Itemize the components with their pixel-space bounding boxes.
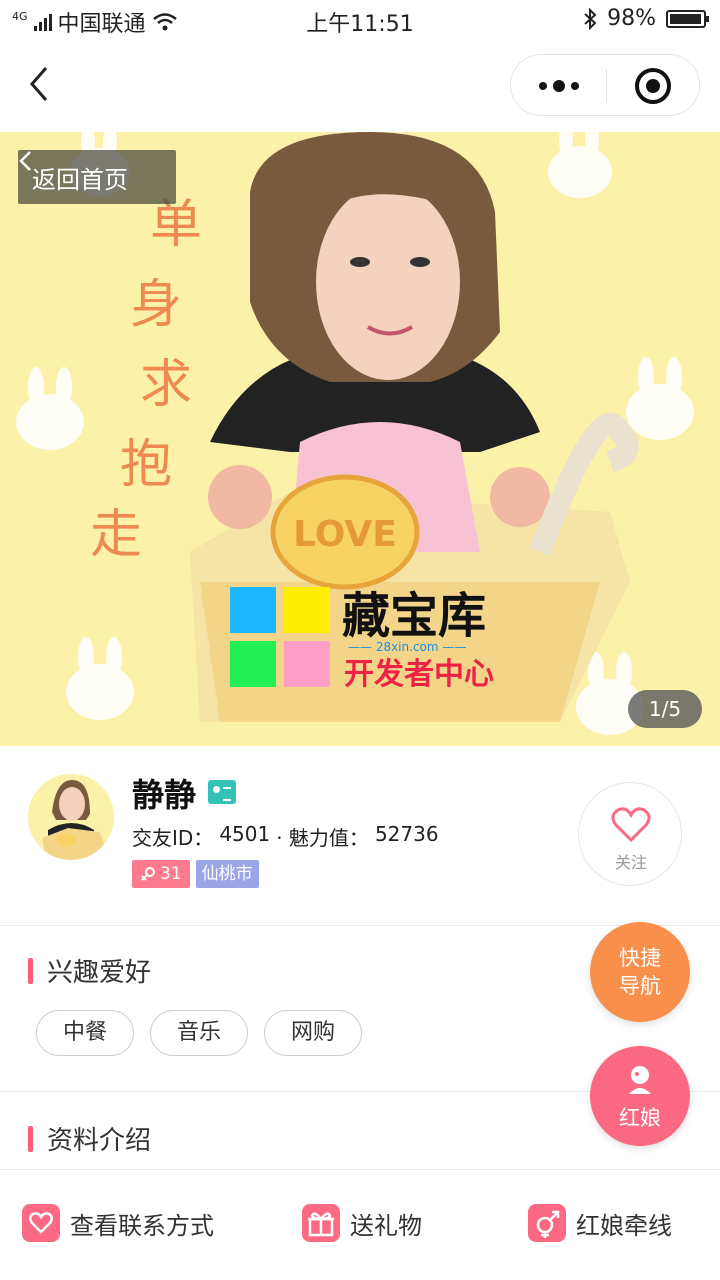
profile-name: 静静	[132, 776, 197, 814]
profile-tags: 31 仙桃市	[132, 860, 259, 888]
battery-percent: 98%	[607, 6, 656, 31]
matchmaker-icon	[629, 1066, 651, 1094]
box-love-text: LOVE	[293, 514, 397, 555]
more-dots-icon[interactable]	[511, 55, 606, 117]
avatar[interactable]	[28, 774, 114, 860]
handwriting-char: 抱	[120, 435, 172, 495]
watermark-title: 藏宝库	[342, 588, 486, 644]
interest-chip: 网购	[264, 1010, 363, 1056]
age-badge: 31	[132, 860, 190, 888]
watermark-sub: 开发者中心	[344, 657, 494, 692]
status-bar: 4G 中国联通 上午11:51 98%	[0, 0, 720, 38]
photo-counter: 1/5	[628, 690, 702, 728]
back-chevron-icon[interactable]	[22, 64, 62, 104]
section-accent-bar	[28, 957, 33, 984]
quick-nav-button[interactable]: 快捷 导航	[590, 922, 690, 1022]
back-chevron-icon	[19, 151, 31, 171]
capsule-divider	[606, 69, 607, 103]
watermark-url: —— 28xin.com ——	[348, 640, 466, 654]
matchmaking-button[interactable]: 红娘牵线	[528, 1204, 672, 1242]
profile-card: 静静 交友ID： 4501 · 魅力值： 52736 31 仙桃市 关注	[0, 746, 720, 926]
interest-chip: 音乐	[150, 1010, 249, 1056]
send-gift-label: 送礼物	[350, 1211, 422, 1240]
charm-label: · 魅力值：	[276, 826, 369, 850]
handwriting-char: 走	[90, 505, 142, 565]
nav-bar	[0, 38, 720, 132]
gender-icon	[528, 1204, 566, 1242]
id-card-icon	[208, 780, 236, 804]
target-icon[interactable]	[635, 68, 671, 104]
back-home-label: 返回首页	[32, 165, 128, 194]
id-label: 交友ID：	[132, 826, 214, 850]
bottom-action-bar: 查看联系方式 送礼物 红娘牵线	[0, 1170, 720, 1280]
send-gift-button[interactable]: 送礼物	[302, 1204, 422, 1242]
battery-icon	[666, 9, 709, 28]
bluetooth-icon	[584, 7, 597, 30]
about-title: 资料介绍	[47, 1126, 152, 1156]
charm-value: 52736	[374, 822, 439, 846]
matchmaker-button[interactable]: 红娘	[590, 1046, 690, 1146]
handwriting-char: 身	[130, 275, 182, 335]
female-icon	[141, 867, 155, 881]
photo-carousel[interactable]: LOVE 单 身 求 抱 走 藏宝库 —— 28xin.com —— 开发者中心…	[0, 132, 720, 746]
gift-icon	[302, 1204, 340, 1242]
matchmaker-label: 红娘	[619, 1106, 661, 1130]
quick-nav-line2: 导航	[619, 974, 661, 998]
profile-meta: 交友ID： 4501 · 魅力值： 52736	[132, 822, 439, 851]
avatar-image	[28, 774, 114, 860]
handwriting-text: 单 身 求 抱 走	[90, 195, 219, 565]
id-value: 4501	[219, 822, 271, 846]
about-header: 资料介绍	[28, 1120, 151, 1157]
battery-fill	[670, 13, 701, 24]
profile-photo: LOVE 单 身 求 抱 走 藏宝库 —— 28xin.com —— 开发者中心	[16, 132, 694, 735]
mini-program-capsule	[510, 54, 700, 116]
handwriting-char: 单	[150, 195, 202, 255]
interests-header: 兴趣爱好	[28, 952, 151, 989]
interest-chip: 中餐	[36, 1010, 135, 1056]
matchmaking-label: 红娘牵线	[576, 1211, 672, 1240]
age-value: 31	[160, 864, 182, 884]
handwriting-char: 求	[140, 355, 192, 415]
view-contact-label: 查看联系方式	[70, 1211, 214, 1240]
interest-chips: 中餐 音乐 网购	[36, 1010, 363, 1056]
status-right: 98%	[583, 6, 709, 31]
interests-title: 兴趣爱好	[47, 958, 152, 988]
city-badge: 仙桃市	[195, 860, 259, 888]
section-accent-bar	[28, 1125, 33, 1152]
view-contact-button[interactable]: 查看联系方式	[22, 1204, 214, 1242]
contact-heart-icon	[22, 1204, 60, 1242]
quick-nav-line1: 快捷	[619, 946, 661, 970]
follow-label: 关注	[614, 853, 647, 872]
back-home-button[interactable]: 返回首页	[18, 150, 176, 204]
follow-button[interactable]: 关注	[578, 782, 682, 886]
heart-icon	[611, 807, 651, 843]
